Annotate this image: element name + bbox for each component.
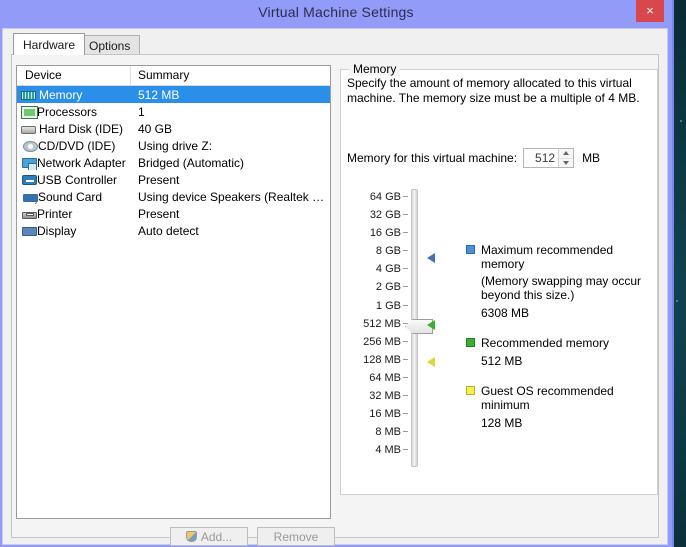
scale-tick-label: 32 GB [369, 209, 401, 222]
device-summary: 1 [138, 104, 145, 119]
device-summary: 512 MB [138, 87, 180, 102]
legend-entry-guest-minimum: Guest OS recommended minimum 128 MB [466, 384, 656, 430]
processor-icon [21, 105, 38, 119]
column-header-summary: Summary [138, 68, 190, 82]
table-row[interactable]: Printer Present [17, 205, 330, 222]
device-summary: Auto detect [138, 223, 199, 238]
guest-minimum-marker-icon [427, 357, 435, 367]
remove-button[interactable]: Remove [257, 527, 335, 546]
memory-value[interactable]: 512 [524, 149, 558, 167]
legend-value: 128 MB [481, 416, 523, 430]
recommended-marker-icon [427, 320, 435, 330]
shield-icon [185, 531, 197, 542]
max-recommended-marker-icon [427, 253, 435, 263]
window-client-area: Hardware Options Device Summary Memory 5… [2, 28, 668, 545]
column-header-device: Device [17, 66, 131, 85]
device-label: Processors [37, 104, 98, 119]
table-row[interactable]: CD/DVD (IDE) Using drive Z: [17, 137, 330, 154]
device-summary: Present [138, 206, 180, 221]
printer-icon [22, 211, 37, 219]
legend-swatch-icon [466, 386, 475, 395]
title-bar: Virtual Machine Settings × [0, 0, 672, 28]
scale-tick-label: 16 GB [369, 227, 401, 240]
legend-swatch-icon [466, 245, 475, 254]
scale-tick-label: 64 MB [369, 371, 401, 384]
display-icon [22, 226, 37, 236]
device-summary: 40 GB [138, 121, 173, 136]
close-icon[interactable]: × [636, 0, 664, 22]
scale-tick-label: 4 MB [375, 444, 401, 457]
device-summary: Using drive Z: [138, 138, 213, 153]
device-list[interactable]: Device Summary Memory 512 MB Processors … [16, 65, 331, 519]
device-summary: Present [138, 172, 180, 187]
device-label: Hard Disk (IDE) [39, 121, 124, 136]
scale-tick-label: 16 MB [369, 408, 401, 421]
scale-tick-label: 512 MB [363, 317, 401, 330]
usb-controller-icon [22, 175, 37, 185]
memory-group-title: Memory [349, 62, 401, 76]
chevron-down-icon [563, 160, 570, 165]
legend-note: (Memory swapping may occur beyond this s… [481, 274, 642, 302]
table-row[interactable]: Display Auto detect [17, 222, 330, 239]
window-title: Virtual Machine Settings [258, 4, 414, 20]
scale-tick-label: 4 GB [375, 263, 401, 276]
remove-button-label: Remove [273, 529, 319, 544]
table-row[interactable]: Memory 512 MB [17, 86, 330, 103]
memory-scale-labels: 64 GB 32 GB 16 GB 8 GB 4 GB 2 GB 1 GB 51… [355, 191, 401, 462]
legend-title: Guest OS recommended minimum [481, 384, 614, 412]
legend-swatch-icon [466, 338, 475, 347]
legend-entry-recommended: Recommended memory 512 MB [466, 336, 656, 368]
table-row[interactable]: Sound Card Using device Speakers (Realte… [17, 188, 330, 205]
scale-tick-label: 1 GB [375, 299, 401, 312]
table-row[interactable]: Processors 1 [17, 103, 330, 120]
scale-tick-label: 64 GB [369, 191, 401, 203]
memory-field-row: Memory for this virtual machine: 512 MB [347, 148, 600, 168]
legend-value: 6308 MB [481, 306, 530, 320]
memory-spinner[interactable]: 512 [523, 148, 575, 168]
network-adapter-icon [22, 158, 37, 170]
scale-tick-label: 8 MB [375, 426, 401, 439]
add-button[interactable]: Add... [170, 527, 248, 546]
device-list-header: Device Summary [17, 66, 330, 86]
memory-legend: Maximum recommended memory (Memory swapp… [466, 243, 656, 446]
legend-value: 512 MB [481, 354, 523, 368]
table-row[interactable]: Hard Disk (IDE) 40 GB [17, 120, 330, 137]
tab-options[interactable]: Options [79, 35, 141, 54]
table-row[interactable]: Network Adapter Bridged (Automatic) [17, 154, 330, 171]
device-label: Printer [37, 206, 73, 221]
table-row[interactable]: USB Controller Present [17, 171, 330, 188]
scale-tick-label: 256 MB [363, 335, 401, 348]
spinner-decrement-button[interactable] [559, 159, 573, 168]
virtual-machine-settings-window: Virtual Machine Settings × Hardware Opti… [0, 0, 674, 547]
memory-icon [21, 91, 36, 100]
spinner-increment-button[interactable] [559, 149, 574, 159]
device-label: Sound Card [38, 189, 103, 204]
device-summary: Using device Speakers (Realtek Hi…) [138, 189, 330, 204]
sound-card-icon [23, 193, 38, 204]
legend-entry-maximum: Maximum recommended memory (Memory swapp… [466, 243, 656, 320]
device-label: USB Controller [37, 172, 118, 187]
chevron-up-icon [563, 151, 570, 156]
device-label: Memory [39, 87, 83, 102]
spinner-buttons [558, 149, 574, 168]
hard-disk-icon [21, 126, 36, 134]
device-label: Display [37, 223, 77, 238]
memory-field-label: Memory for this virtual machine: [347, 151, 518, 165]
memory-description: Specify the amount of memory allocated t… [347, 76, 640, 105]
add-button-label: Add... [200, 529, 233, 544]
cd-dvd-icon [23, 140, 38, 152]
scale-tick-label: 8 GB [375, 245, 401, 258]
tab-hardware[interactable]: Hardware [13, 33, 86, 55]
memory-unit-label: MB [582, 151, 601, 165]
legend-title: Recommended memory [481, 336, 610, 350]
device-label: CD/DVD (IDE) [38, 138, 116, 153]
scale-tick-label: 128 MB [363, 353, 401, 366]
legend-title: Maximum recommended memory [481, 243, 614, 271]
device-label: Network Adapter [37, 155, 126, 170]
device-summary: Bridged (Automatic) [138, 155, 245, 170]
scale-tick-label: 32 MB [369, 390, 401, 403]
scale-tick-label: 2 GB [375, 281, 401, 294]
device-action-buttons: Add... Remove [170, 527, 335, 546]
